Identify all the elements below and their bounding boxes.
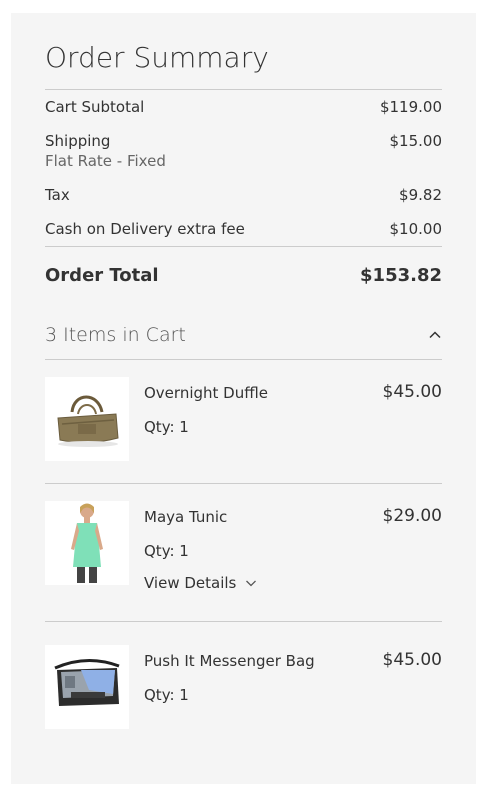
cart-item: Overnight Duffle Qty: 1 $45.00 (45, 360, 442, 483)
product-thumbnail-duffle[interactable] (45, 377, 129, 461)
item-name[interactable]: Push It Messenger Bag (144, 651, 383, 671)
chevron-up-icon (429, 331, 441, 339)
subtotal-value: $119.00 (379, 98, 442, 116)
order-total-label: Order Total (45, 265, 159, 286)
view-details-toggle[interactable]: View Details (144, 573, 383, 593)
cod-fee-row: Cash on Delivery extra fee $10.00 (45, 219, 442, 239)
product-thumbnail-tunic[interactable] (45, 501, 129, 585)
item-qty: Qty: 1 (144, 542, 189, 560)
shipping-value: $15.00 (389, 132, 443, 150)
divider (45, 246, 442, 247)
order-summary-title: Order Summary (45, 41, 269, 74)
item-name[interactable]: Overnight Duffle (144, 383, 383, 403)
item-price: $29.00 (382, 506, 442, 526)
chevron-down-icon (246, 580, 257, 587)
shipping-method: Flat Rate - Fixed (45, 152, 166, 170)
duffle-bag-image (57, 395, 119, 447)
order-summary-panel: Order Summary Cart Subtotal $119.00 Ship… (11, 13, 476, 784)
cod-fee-value: $10.00 (389, 220, 443, 238)
cart-item: Maya Tunic Qty: 1 View Details $29.00 (45, 484, 442, 621)
item-qty: Qty: 1 (144, 686, 189, 704)
item-price: $45.00 (382, 650, 442, 670)
tax-value: $9.82 (399, 186, 442, 204)
items-in-cart-title: 3 Items in Cart (45, 324, 186, 346)
tax-label: Tax (45, 186, 70, 204)
order-total-value: $153.82 (360, 265, 442, 286)
item-name[interactable]: Maya Tunic (144, 507, 383, 527)
subtotal-label: Cart Subtotal (45, 98, 145, 116)
shipping-row: Shipping Flat Rate - Fixed $15.00 (45, 131, 442, 171)
item-qty: Qty: 1 (144, 418, 189, 436)
cod-fee-label: Cash on Delivery extra fee (45, 220, 245, 238)
cart-item: Push It Messenger Bag Qty: 1 $45.00 (45, 622, 442, 751)
tunic-model-image (71, 503, 103, 583)
shipping-label: Shipping (45, 132, 111, 150)
tax-row: Tax $9.82 (45, 185, 442, 205)
view-details-label: View Details (144, 574, 237, 592)
item-price: $45.00 (382, 382, 442, 402)
totals-table: Cart Subtotal $119.00 Shipping Flat Rate… (45, 90, 442, 239)
messenger-bag-image (54, 658, 120, 706)
items-in-cart-toggle[interactable]: 3 Items in Cart (45, 321, 442, 359)
subtotal-row: Cart Subtotal $119.00 (45, 97, 442, 117)
order-total-row: Order Total $153.82 (45, 264, 442, 288)
product-thumbnail-messenger[interactable] (45, 645, 129, 729)
